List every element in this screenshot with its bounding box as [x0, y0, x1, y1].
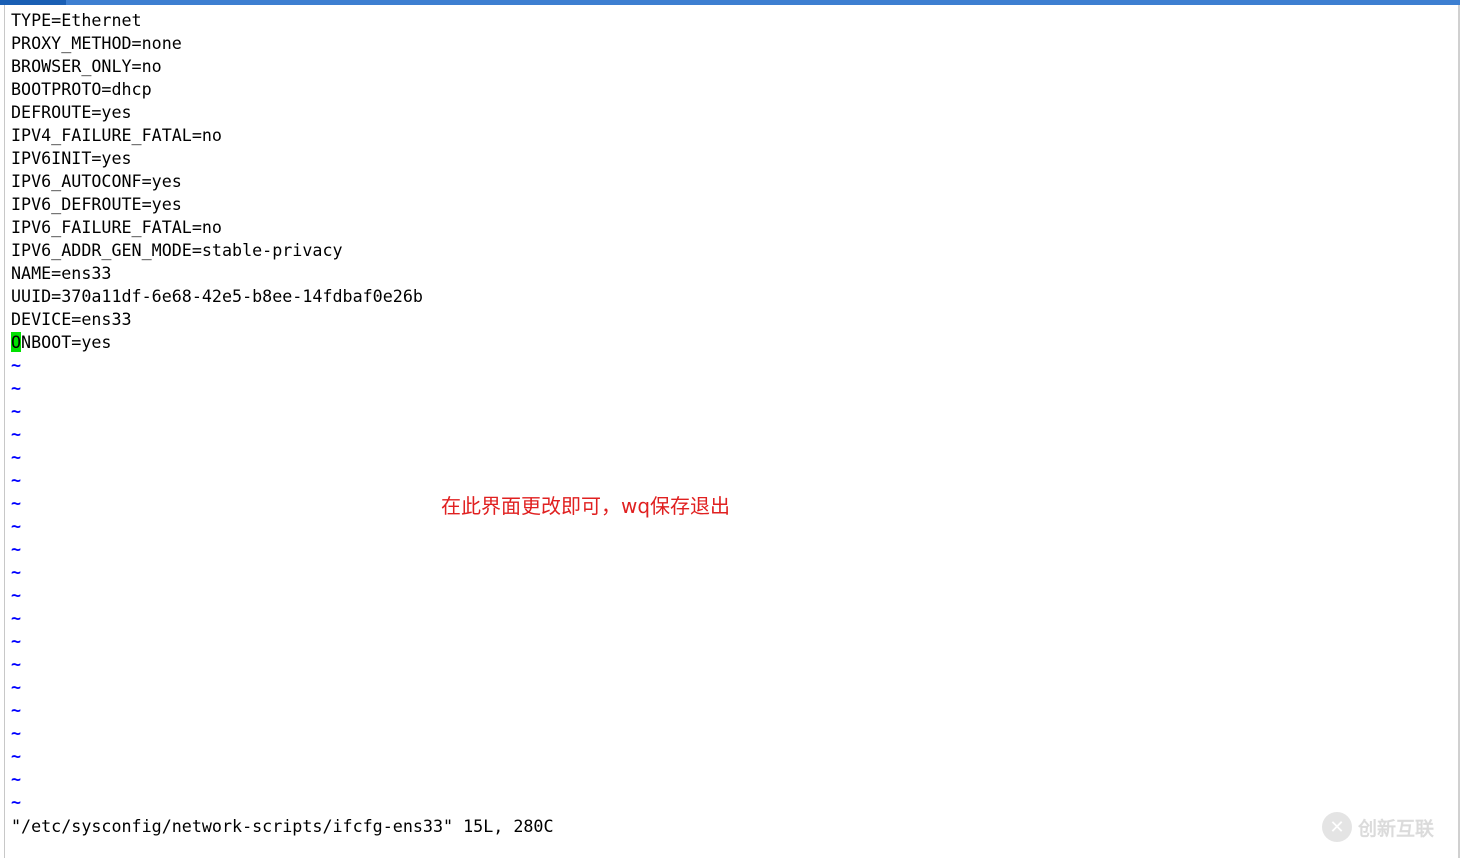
config-line: BOOTPROTO=dhcp: [11, 79, 152, 99]
red-annotation: 在此界面更改即可，wq保存退出: [441, 494, 731, 518]
empty-line-tilde: ~: [11, 700, 22, 720]
window-top-bar: [0, 0, 1460, 5]
config-line: IPV6INIT=yes: [11, 148, 132, 168]
empty-line-tilde: ~: [11, 723, 22, 743]
empty-line-tilde: ~: [11, 792, 22, 812]
empty-line-tilde: ~: [11, 746, 22, 766]
vim-editor-buffer[interactable]: TYPE=Ethernet PROXY_METHOD=none BROWSER_…: [11, 9, 1451, 814]
empty-line-tilde: ~: [11, 470, 22, 490]
watermark: ✕ 创新互联: [1322, 812, 1434, 842]
text-cursor[interactable]: O: [11, 332, 22, 352]
config-line-onboot: ONBOOT=yes: [11, 331, 1451, 354]
empty-line-tilde: ~: [11, 401, 22, 421]
config-line: TYPE=Ethernet: [11, 10, 142, 30]
config-line: UUID=370a11df-6e68-42e5-b8ee-14fdbaf0e26…: [11, 286, 423, 306]
swirl-logo-icon: ✕: [1322, 812, 1352, 842]
empty-line-tilde: ~: [11, 447, 22, 467]
empty-line-tilde: ~: [11, 378, 22, 398]
empty-line-tilde: ~: [11, 677, 22, 697]
empty-line-tilde: ~: [11, 562, 22, 582]
left-border: [4, 5, 5, 858]
config-line: DEFROUTE=yes: [11, 102, 132, 122]
config-line: IPV6_AUTOCONF=yes: [11, 171, 182, 191]
empty-line-tilde: ~: [11, 769, 22, 789]
empty-line-tilde: ~: [11, 608, 22, 628]
config-line: DEVICE=ens33: [11, 309, 132, 329]
config-line: PROXY_METHOD=none: [11, 33, 182, 53]
empty-line-tilde: ~: [11, 355, 22, 375]
config-line: BROWSER_ONLY=no: [11, 56, 162, 76]
config-line: NAME=ens33: [11, 263, 112, 283]
watermark-text: 创新互联: [1358, 817, 1435, 840]
config-line: IPV6_DEFROUTE=yes: [11, 194, 182, 214]
cursor-line-rest: NBOOT=yes: [21, 332, 112, 352]
empty-line-tilde: ~: [11, 493, 22, 513]
empty-line-tilde: ~: [11, 516, 22, 536]
empty-line-tilde: ~: [11, 631, 22, 651]
config-line: IPV4_FAILURE_FATAL=no: [11, 125, 222, 145]
empty-line-tilde: ~: [11, 585, 22, 605]
config-line: IPV6_ADDR_GEN_MODE=stable-privacy: [11, 240, 343, 260]
empty-line-tilde: ~: [11, 424, 22, 444]
empty-lines: ~ ~ ~ ~ ~ ~ ~ ~ ~ ~ ~ ~ ~ ~ ~ ~ ~ ~ ~ ~: [11, 354, 1451, 814]
active-tab-indicator[interactable]: [0, 0, 66, 5]
empty-line-tilde: ~: [11, 539, 22, 559]
config-line: IPV6_FAILURE_FATAL=no: [11, 217, 222, 237]
empty-line-tilde: ~: [11, 654, 22, 674]
status-line: "/etc/sysconfig/network-scripts/ifcfg-en…: [11, 816, 554, 836]
